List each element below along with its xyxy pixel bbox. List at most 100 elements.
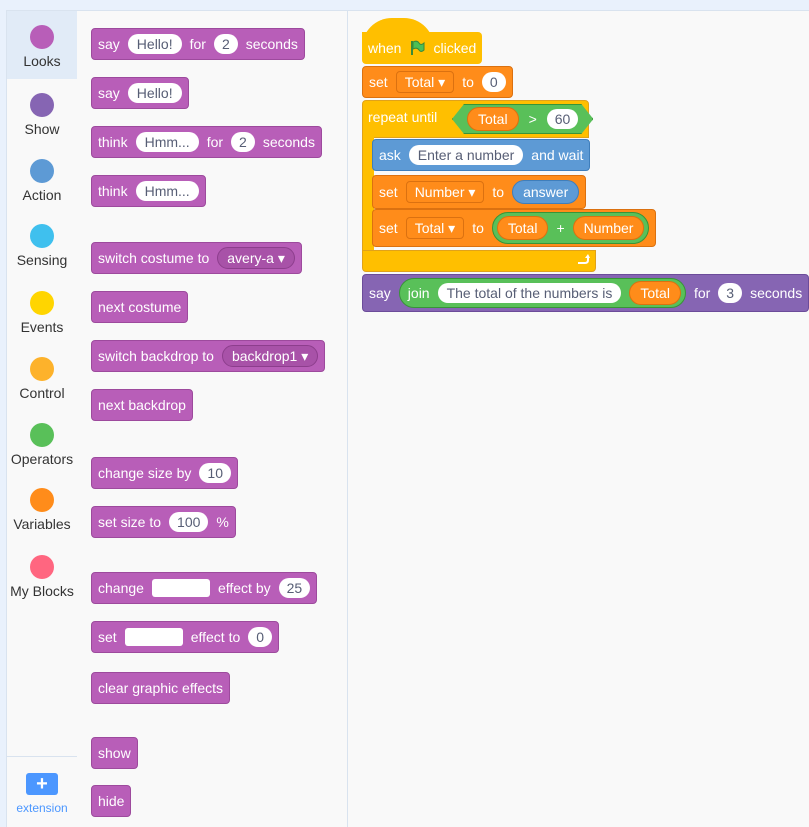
category-control[interactable]: Control bbox=[7, 357, 77, 401]
effect-dropdown[interactable] bbox=[124, 628, 183, 646]
block-text: join bbox=[407, 285, 430, 301]
block-text: when bbox=[368, 40, 402, 56]
costume-dropdown[interactable]: avery-a ▾ bbox=[217, 247, 295, 269]
number-input[interactable]: 10 bbox=[199, 463, 231, 483]
set-size-block[interactable]: set size to 100 % bbox=[91, 506, 236, 538]
variable-dropdown[interactable]: Total ▾ bbox=[395, 71, 455, 93]
block-text: % bbox=[216, 514, 229, 530]
show-block[interactable]: show bbox=[91, 737, 138, 769]
block-text: ask bbox=[379, 147, 401, 163]
block-text: next costume bbox=[98, 299, 182, 315]
block-text: > bbox=[528, 111, 537, 127]
think-block[interactable]: think Hmm... bbox=[91, 175, 206, 207]
block-text: think bbox=[98, 134, 128, 150]
switch-backdrop-block[interactable]: switch backdrop to backdrop1 ▾ bbox=[91, 340, 326, 372]
number-input[interactable]: 2 bbox=[213, 34, 238, 54]
category-sensing[interactable]: Sensing bbox=[7, 224, 77, 268]
category-sidebar: Looks Show Action Sensing Events Control… bbox=[6, 10, 78, 827]
say-for-seconds-block[interactable]: say join The total of the numbers is Tot… bbox=[362, 274, 809, 312]
text-input[interactable]: Hmm... bbox=[135, 132, 199, 152]
set-total-block[interactable]: set Total ▾ to 0 bbox=[362, 66, 513, 98]
number-input[interactable]: 100 bbox=[169, 512, 209, 532]
next-backdrop-block[interactable]: next backdrop bbox=[91, 389, 193, 421]
text-input[interactable]: Hello! bbox=[127, 83, 182, 103]
variable-dropdown[interactable]: Number ▾ bbox=[405, 181, 485, 203]
block-text: say bbox=[98, 85, 120, 101]
category-looks[interactable]: Looks bbox=[7, 11, 77, 79]
block-text: hide bbox=[98, 793, 125, 809]
block-text: to bbox=[492, 184, 505, 200]
block-text: to bbox=[472, 220, 484, 236]
plus-operator[interactable]: Total + Number bbox=[491, 212, 650, 244]
backdrop-dropdown[interactable]: backdrop1 ▾ bbox=[221, 345, 319, 367]
green-flag-icon bbox=[411, 40, 425, 55]
operators-dot-icon bbox=[30, 423, 54, 447]
say-for-block[interactable]: say Hello! for 2 seconds bbox=[91, 28, 305, 60]
category-action[interactable]: Action bbox=[7, 159, 77, 203]
block-text: for bbox=[693, 285, 711, 301]
script-workspace: when clicked set Total ▾ to 0 repeat unt… bbox=[348, 10, 809, 827]
category-label: Operators bbox=[10, 451, 74, 467]
extension-button[interactable]: + extension bbox=[7, 756, 77, 827]
number-input[interactable]: 0 bbox=[481, 72, 506, 92]
change-size-block[interactable]: change size by 10 bbox=[91, 457, 238, 489]
block-text: effect to bbox=[190, 629, 241, 645]
join-operator[interactable]: join The total of the numbers is Total bbox=[398, 278, 686, 308]
text-input[interactable]: Hmm... bbox=[135, 181, 199, 201]
category-variables[interactable]: Variables bbox=[7, 488, 77, 532]
number-input[interactable]: 3 bbox=[718, 283, 743, 303]
clear-effects-block[interactable]: clear graphic effects bbox=[91, 672, 231, 704]
number-input[interactable]: 60 bbox=[547, 109, 579, 129]
total-reporter[interactable]: Total bbox=[496, 216, 549, 240]
category-show[interactable]: Show bbox=[7, 93, 77, 137]
greater-than-operator[interactable]: Total > 60 bbox=[452, 104, 593, 134]
ask-and-wait-block[interactable]: ask Enter a number and wait bbox=[372, 139, 591, 171]
block-text: to bbox=[462, 74, 474, 90]
text-input[interactable]: Enter a number bbox=[408, 145, 524, 165]
category-label: Control bbox=[19, 385, 65, 401]
number-input[interactable]: 2 bbox=[231, 132, 255, 152]
block-text: think bbox=[98, 183, 128, 199]
number-input[interactable]: 0 bbox=[248, 627, 273, 647]
hide-block[interactable]: hide bbox=[91, 785, 132, 817]
answer-reporter[interactable]: answer bbox=[512, 180, 580, 204]
category-events[interactable]: Events bbox=[7, 291, 77, 335]
block-text: and wait bbox=[531, 147, 584, 163]
set-number-block[interactable]: set Number ▾ to answer bbox=[372, 175, 587, 209]
total-reporter[interactable]: Total bbox=[629, 281, 681, 305]
next-costume-block[interactable]: next costume bbox=[91, 291, 189, 323]
when-flag-clicked-block[interactable]: when clicked bbox=[362, 32, 483, 64]
block-text: effect by bbox=[217, 580, 271, 596]
block-text: repeat until bbox=[368, 109, 438, 125]
sensing-dot-icon bbox=[30, 224, 54, 248]
effect-dropdown[interactable] bbox=[151, 579, 210, 597]
block-text: say bbox=[98, 36, 120, 52]
text-input[interactable]: The total of the numbers is bbox=[437, 283, 622, 303]
say-block[interactable]: say Hello! bbox=[91, 77, 189, 109]
block-text: set bbox=[379, 220, 398, 236]
number-reporter[interactable]: Number bbox=[572, 216, 645, 240]
block-text: say bbox=[369, 285, 391, 301]
extension-label: extension bbox=[16, 801, 68, 815]
set-effect-block[interactable]: set effect to 0 bbox=[91, 621, 280, 653]
block-text: seconds bbox=[262, 134, 315, 150]
text-input[interactable]: Hello! bbox=[127, 34, 182, 54]
think-for-block[interactable]: think Hmm... for 2 seconds bbox=[91, 126, 322, 158]
set-total-sum-block[interactable]: set Total ▾ to Total + Number bbox=[372, 209, 657, 247]
block-text: set bbox=[379, 184, 398, 200]
number-input[interactable]: 25 bbox=[278, 578, 311, 598]
switch-costume-block[interactable]: switch costume to avery-a ▾ bbox=[91, 242, 302, 274]
block-text: + bbox=[556, 220, 565, 236]
block-text: show bbox=[98, 745, 131, 761]
block-text: switch backdrop to bbox=[98, 348, 214, 364]
change-effect-block[interactable]: change effect by 25 bbox=[91, 572, 318, 604]
category-operators[interactable]: Operators bbox=[7, 423, 77, 467]
block-text: change bbox=[98, 580, 144, 596]
category-my-blocks[interactable]: My Blocks bbox=[7, 555, 77, 599]
variable-dropdown[interactable]: Total ▾ bbox=[405, 217, 465, 239]
category-label: Variables bbox=[13, 516, 71, 532]
loop-arrow-icon bbox=[578, 254, 590, 264]
block-text: seconds bbox=[245, 36, 298, 52]
category-label: Show bbox=[24, 121, 60, 137]
total-reporter[interactable]: Total bbox=[467, 107, 519, 131]
